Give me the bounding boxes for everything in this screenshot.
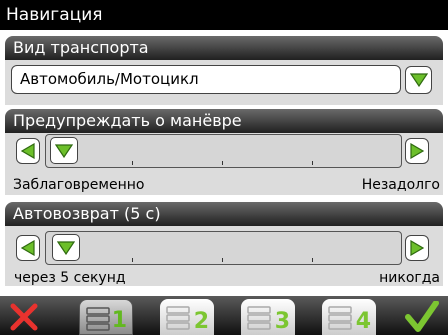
warn-max-label: Незадолго	[361, 177, 440, 193]
slider-tick	[312, 258, 313, 262]
arrow-left-icon	[21, 143, 35, 159]
autoreturn-max-label: никогда	[379, 270, 440, 286]
autoreturn-increase-button[interactable]	[405, 235, 429, 261]
transport-header: Вид транспорта	[5, 36, 443, 60]
bottom-toolbar	[0, 296, 448, 335]
page-tab-4[interactable]: 4	[322, 299, 376, 335]
page-tab-number: 2	[193, 309, 209, 334]
page-tab-1[interactable]: 1	[79, 299, 133, 335]
page-tab-2[interactable]: 2	[160, 299, 214, 335]
transport-select[interactable]: Автомобиль/Мотоцикл	[11, 65, 401, 94]
warn-increase-button[interactable]	[405, 138, 429, 164]
slider-tick	[132, 161, 133, 165]
cancel-button[interactable]	[4, 298, 44, 335]
window-title: Навигация	[0, 0, 448, 30]
warn-min-label: Заблаговременно	[13, 177, 145, 193]
chevron-down-icon	[409, 73, 428, 87]
page-tab-number: 4	[355, 309, 371, 334]
slider-tick	[222, 161, 223, 165]
warn-decrease-button[interactable]	[16, 138, 40, 164]
autoreturn-min-label: через 5 секунд	[14, 270, 126, 286]
checkmark-icon	[405, 300, 439, 332]
arrow-right-icon	[410, 240, 424, 256]
warn-slider-thumb[interactable]	[50, 137, 78, 164]
autoreturn-decrease-button[interactable]	[16, 235, 40, 261]
autoreturn-slider-track[interactable]	[45, 231, 402, 265]
page-tab-3[interactable]: 3	[241, 299, 295, 335]
autoreturn-header: Автовозврат (5 с)	[5, 202, 443, 226]
slider-tick	[222, 258, 223, 262]
autoreturn-slider-thumb[interactable]	[52, 234, 80, 261]
chevron-down-icon	[55, 143, 73, 158]
list-page-icon	[166, 306, 190, 330]
transport-dropdown-button[interactable]	[405, 66, 432, 94]
slider-tick	[132, 258, 133, 262]
arrow-right-icon	[410, 143, 424, 159]
page-tab-number: 3	[274, 309, 290, 334]
page-tab-number: 1	[111, 308, 127, 333]
ok-button[interactable]	[402, 298, 442, 335]
close-icon	[10, 303, 38, 330]
warn-slider-track[interactable]	[45, 134, 402, 168]
warn-header: Предупреждать о манёвре	[5, 109, 443, 133]
list-page-icon	[247, 306, 271, 330]
list-page-icon	[328, 306, 352, 330]
arrow-left-icon	[21, 240, 35, 256]
chevron-down-icon	[57, 240, 75, 255]
slider-tick	[312, 161, 313, 165]
list-page-icon	[86, 307, 110, 331]
